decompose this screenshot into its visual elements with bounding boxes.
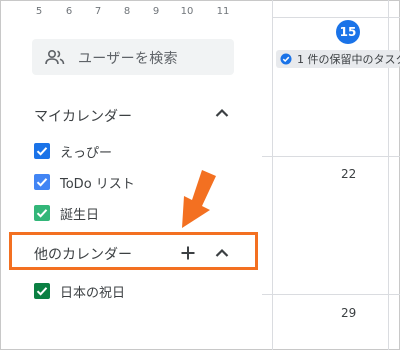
calendar-item-label: 日本の祝日 — [60, 286, 126, 301]
mini-calendar-day[interactable]: 11 — [213, 6, 233, 17]
search-people-label: ユーザーを検索 — [78, 51, 178, 67]
checkbox[interactable] — [34, 174, 50, 190]
pointer-arrow-icon — [182, 170, 216, 228]
people-icon — [45, 49, 65, 65]
mini-calendar-day[interactable]: 7 — [88, 6, 108, 17]
check-icon — [36, 147, 48, 156]
check-icon — [36, 178, 48, 187]
mini-calendar-day[interactable]: 9 — [146, 6, 166, 17]
calendar-item-label: えっぴー — [60, 146, 113, 161]
calendar-item-label: 誕生日 — [60, 208, 100, 223]
grid-line — [262, 156, 400, 157]
grid-line — [272, 17, 400, 18]
checkbox[interactable] — [34, 283, 50, 299]
grid-line — [272, 0, 273, 350]
date-number[interactable]: 22 — [341, 167, 356, 181]
my-calendars-title[interactable]: マイカレンダー — [34, 106, 132, 126]
mini-calendar-day[interactable]: 5 — [29, 6, 49, 17]
chevron-up-icon[interactable] — [215, 108, 229, 118]
task-check-circle-icon — [280, 53, 292, 65]
check-icon — [36, 209, 48, 218]
sidebar: 5 6 7 8 9 10 11 ユーザーを検索 マイカレンダー えっぴー ToD… — [0, 0, 262, 350]
pending-tasks-text: 1 件の保留中のタスク — [297, 53, 400, 66]
date-number[interactable]: 29 — [341, 306, 356, 320]
mini-calendar-day[interactable]: 10 — [177, 6, 197, 17]
pending-tasks-chip[interactable]: 1 件の保留中のタスク — [276, 50, 400, 68]
grid-line — [262, 294, 400, 295]
today-date-badge[interactable]: 15 — [336, 20, 360, 44]
mini-calendar-day[interactable]: 8 — [117, 6, 137, 17]
check-icon — [36, 287, 48, 296]
calendar-grid: 15 1 件の保留中のタスク 22 29 — [262, 0, 400, 350]
checkbox[interactable] — [34, 205, 50, 221]
checkbox[interactable] — [34, 143, 50, 159]
mini-calendar-day[interactable]: 6 — [59, 6, 79, 17]
highlight-box — [9, 232, 258, 270]
calendar-item-label: ToDo リスト — [60, 177, 135, 192]
search-people-input[interactable]: ユーザーを検索 — [32, 39, 234, 75]
